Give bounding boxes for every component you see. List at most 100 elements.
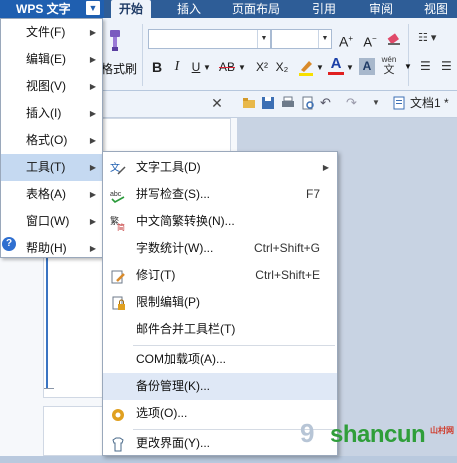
open-folder-icon[interactable]: [242, 96, 256, 110]
font-color-button[interactable]: A: [328, 56, 344, 75]
menu-item-chinese-convert[interactable]: 繁简 中文简繁转换(N)...: [103, 208, 337, 235]
menu-item-window[interactable]: 窗口(W) ▶: [1, 208, 102, 235]
spell-check-icon: abc: [110, 187, 126, 203]
chevron-down-icon[interactable]: ▼: [372, 96, 386, 110]
menu-item-label: 文字工具(D): [136, 160, 201, 174]
chevron-down-icon[interactable]: ▼: [346, 59, 354, 77]
document-tab-title[interactable]: 文档1 *: [410, 94, 449, 112]
bold-button[interactable]: B: [149, 58, 165, 76]
tab-review[interactable]: 审阅: [369, 0, 393, 18]
menu-item-shortcut: F7: [305, 187, 320, 201]
chevron-down-icon[interactable]: ▼: [257, 30, 270, 48]
menu-item-com-addins[interactable]: COM加载项(A)...: [103, 346, 337, 373]
menu-item-track-changes[interactable]: 修订(T) Ctrl+Shift+E: [103, 262, 337, 289]
menu-item-tools[interactable]: 工具(T) ▶: [1, 154, 102, 181]
menu-item-label: 文件(F): [26, 25, 66, 39]
menu-item-label: 帮助(H): [26, 241, 67, 255]
menu-item-view[interactable]: 视图(V) ▶: [1, 73, 102, 100]
menu-item-shortcut: Ctrl+Shift+G: [253, 241, 320, 255]
watermark-logo: 9: [300, 418, 315, 448]
undo-icon[interactable]: ↶: [320, 96, 334, 110]
menu-item-word-count[interactable]: 字数统计(W)... Ctrl+Shift+G: [103, 235, 337, 262]
menu-item-label: 拼写检查(S)...: [136, 187, 210, 201]
chevron-down-icon[interactable]: ▼: [203, 59, 211, 77]
menu-item-label: 窗口(W): [26, 214, 70, 228]
menu-item-table[interactable]: 表格(A) ▶: [1, 181, 102, 208]
menu-item-label: 表格(A): [26, 187, 66, 201]
chevron-right-icon: ▶: [89, 217, 96, 226]
menu-item-backup-management[interactable]: 备份管理(K)...: [103, 373, 337, 400]
menu-item-spell-check[interactable]: abc 拼写检查(S)... F7: [103, 181, 337, 208]
grow-font-button[interactable]: A+: [338, 30, 354, 51]
font-size-combo[interactable]: ▼: [271, 29, 332, 49]
menu-item-insert[interactable]: 插入(I) ▶: [1, 100, 102, 127]
watermark-small: 山村网: [430, 426, 454, 435]
subscript-button[interactable]: X₂: [273, 58, 291, 76]
format-painter-label[interactable]: 格式刷: [101, 60, 137, 77]
chevron-right-icon: ▶: [89, 28, 96, 37]
tab-insert[interactable]: 插入: [177, 0, 201, 18]
tab-home[interactable]: 开始: [111, 0, 152, 18]
tab-references[interactable]: 引用: [312, 0, 336, 18]
menu-item-edit[interactable]: 编辑(E) ▶: [1, 46, 102, 73]
svg-text:abc: abc: [110, 191, 122, 198]
chevron-down-icon[interactable]: ▼: [238, 59, 246, 77]
restrict-editing-icon: [110, 295, 126, 311]
chinese-convert-icon: 繁简: [110, 214, 126, 232]
chevron-down-icon[interactable]: ▼: [404, 58, 414, 76]
bullet-list-icon[interactable]: ☷ ▾: [418, 31, 448, 47]
tab-page-layout[interactable]: 页面布局: [232, 0, 280, 18]
chevron-right-icon: ▶: [89, 244, 96, 253]
document-icon: [392, 96, 406, 110]
italic-button[interactable]: I: [170, 58, 184, 76]
tab-view[interactable]: 视图: [424, 0, 448, 18]
menu-item-label: 更改界面(Y)...: [136, 436, 210, 450]
chevron-right-icon: ▶: [89, 82, 96, 91]
char-shading-icon[interactable]: A: [359, 58, 375, 75]
menu-item-label: 选项(O)...: [136, 406, 188, 420]
shrink-font-button[interactable]: A−: [362, 30, 378, 51]
watermark-text: shancun: [330, 421, 426, 448]
menu-item-restrict-editing[interactable]: 限制编辑(P): [103, 289, 337, 316]
chevron-right-icon: ▶: [89, 55, 96, 64]
chevron-right-icon: ▶: [322, 163, 329, 172]
ribbon-divider: [142, 24, 143, 86]
menu-item-mail-merge-toolbar[interactable]: 邮件合并工具栏(T): [103, 316, 337, 343]
chevron-right-icon: ▶: [89, 109, 96, 118]
menu-item-help[interactable]: 帮助(H) ▶: [1, 235, 102, 262]
format-painter-icon[interactable]: [104, 28, 124, 52]
chevron-down-icon[interactable]: ▼: [316, 59, 324, 77]
menu-item-text-tools[interactable]: 文 文字工具(D) ▶: [103, 154, 337, 181]
page-margin-mark: [44, 388, 54, 389]
save-icon[interactable]: [261, 96, 275, 110]
menu-item-label: 邮件合并工具栏(T): [136, 322, 236, 336]
menu-item-label: 格式(O): [26, 133, 68, 147]
highlight-pen-icon[interactable]: [297, 58, 315, 76]
close-icon[interactable]: ✕: [209, 95, 225, 111]
font-name-combo[interactable]: ▼: [148, 29, 271, 49]
text-tools-icon: 文: [110, 160, 126, 176]
menu-item-label: 视图(V): [26, 79, 66, 93]
phonetic-guide-icon[interactable]: wén 文: [380, 55, 398, 77]
menu-item-label: 工具(T): [26, 160, 66, 174]
clear-format-icon[interactable]: [386, 31, 402, 47]
chevron-down-icon[interactable]: ▼: [318, 30, 331, 48]
strikethrough-button[interactable]: AB: [216, 58, 238, 76]
menu-item-label: 中文简繁转换(N)...: [136, 214, 235, 228]
align-left-icon[interactable]: ☰: [420, 59, 434, 73]
print-icon[interactable]: [281, 96, 295, 110]
options-gear-icon: [110, 406, 126, 422]
underline-button[interactable]: U: [190, 58, 202, 76]
help-icon: ?: [2, 237, 16, 251]
align-center-icon[interactable]: ☰: [441, 59, 455, 73]
wps-app-menu-button[interactable]: WPS 文字 ▼: [0, 0, 104, 18]
redo-icon[interactable]: ↷: [346, 96, 360, 110]
chevron-right-icon: ▶: [89, 190, 96, 199]
menu-item-format[interactable]: 格式(O) ▶: [1, 127, 102, 154]
tools-submenu: 文 文字工具(D) ▶ abc 拼写检查(S)... F7 繁简 中文简繁转换(…: [102, 151, 338, 456]
menu-item-file[interactable]: 文件(F) ▶: [1, 19, 102, 46]
menu-item-label: 修订(T): [136, 268, 176, 282]
superscript-button[interactable]: X²: [253, 58, 271, 76]
print-preview-icon[interactable]: [301, 96, 315, 110]
change-interface-icon: [110, 436, 126, 452]
